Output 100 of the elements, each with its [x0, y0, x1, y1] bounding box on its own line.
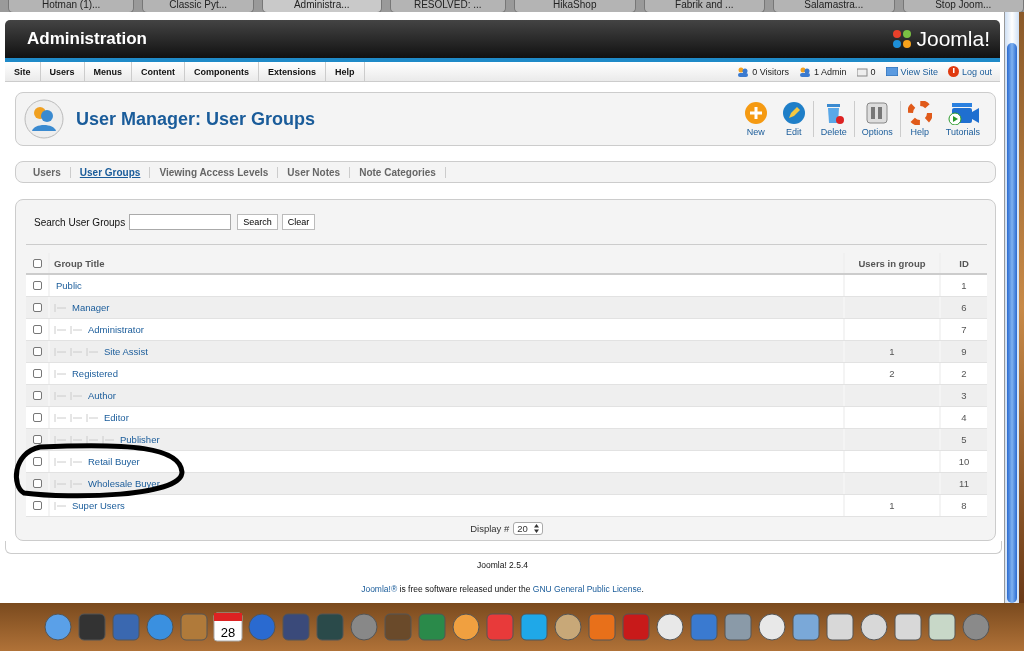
group-link[interactable]: Author [88, 390, 116, 401]
menu-item[interactable]: Extensions [259, 62, 327, 81]
checkbox[interactable] [32, 413, 42, 422]
updown-icon [533, 524, 539, 533]
browser-tab[interactable]: RESOLVED: ... [389, 0, 506, 12]
table-cell: 8 [941, 495, 987, 516]
clear-button[interactable]: Clear [281, 214, 316, 230]
page-title: User Manager: User Groups [76, 108, 316, 130]
calendar-icon[interactable]: 28 [212, 611, 244, 643]
checkbox[interactable] [32, 281, 42, 290]
users-icon [737, 66, 750, 77]
table-cell: 1 [845, 495, 939, 516]
status-link[interactable]: View Site [900, 66, 938, 77]
submenu-tab[interactable]: Users [24, 166, 71, 178]
browser-tab[interactable]: Classic Pyt... [142, 0, 254, 12]
submenu-tab[interactable]: User Notes [278, 166, 351, 178]
edit-button[interactable]: Edit [774, 101, 813, 137]
display-label: Display # [470, 523, 510, 534]
checkbox[interactable] [32, 457, 42, 466]
license-text: Joomla!® is free software released under the GNU General Public License. [360, 584, 645, 594]
submenu-tab[interactable]: User Groups [70, 166, 151, 178]
app-icon[interactable] [76, 611, 108, 643]
options-icon [865, 101, 890, 125]
table-cell: 10 [941, 451, 987, 472]
browser-tab[interactable]: Fabrik and ... [643, 0, 765, 12]
display-select[interactable]: 20 [513, 522, 543, 535]
group-link[interactable]: Editor [104, 412, 129, 423]
search-button[interactable]: Search [237, 214, 278, 230]
pencil-icon [781, 101, 806, 125]
app-icon[interactable] [314, 611, 346, 643]
status-text: 0 [870, 66, 876, 77]
menu-item[interactable]: Menus [84, 62, 133, 81]
app-icon[interactable] [790, 611, 822, 643]
submenu-tab[interactable]: Viewing Access Levels [150, 166, 279, 178]
browser-tab[interactable]: Salamastra... [773, 0, 895, 12]
menu-item[interactable]: Site [5, 62, 41, 81]
status-link[interactable]: Log out [961, 66, 992, 77]
delete-button[interactable]: Delete [812, 101, 854, 137]
users-icon [24, 99, 64, 139]
menu-item[interactable]: Content [132, 62, 186, 81]
checkbox[interactable] [32, 325, 42, 334]
header-title: Administration [27, 29, 147, 49]
app-icon[interactable] [824, 611, 856, 643]
search-field[interactable] [129, 214, 232, 230]
checkbox[interactable] [32, 479, 42, 488]
group-link[interactable]: Publisher [120, 434, 160, 445]
app-icon[interactable] [586, 611, 618, 643]
group-link[interactable]: Manager [72, 302, 110, 313]
help-button[interactable]: Help [899, 101, 939, 137]
checkbox[interactable] [32, 435, 42, 444]
app-icon[interactable] [926, 611, 958, 643]
checkbox[interactable] [32, 501, 42, 510]
message-icon [856, 66, 868, 77]
logout-icon [947, 66, 959, 77]
search-label: Search User Groups [34, 216, 126, 228]
browser-tab[interactable]: Hotman (1)... [8, 0, 135, 12]
footer-link[interactable]: Joomla!® [361, 584, 398, 594]
group-link[interactable]: Retail Buyer [88, 456, 140, 467]
checkbox[interactable] [32, 369, 42, 378]
table-cell: 6 [941, 297, 987, 318]
table-cell: 1 [941, 275, 987, 296]
checkbox[interactable] [32, 391, 42, 400]
status-text: 0 Visitors [752, 66, 790, 77]
table-cell: 11 [941, 473, 987, 494]
status-text: 1 Admin [814, 66, 847, 77]
group-link[interactable]: Site Assist [104, 346, 148, 357]
lifebuoy-icon [907, 101, 932, 125]
new-button[interactable]: New [736, 101, 775, 137]
table-cell: 9 [941, 341, 987, 362]
column-header: Users in group [845, 253, 939, 273]
group-link[interactable]: Public [56, 280, 82, 291]
menu-item[interactable]: Users [40, 62, 85, 81]
submenu-tab[interactable]: Note Categories [350, 166, 446, 178]
menu-item[interactable]: Components [185, 62, 260, 81]
column-header: ID [941, 253, 987, 273]
logo-icon [891, 28, 914, 50]
group-link[interactable]: Registered [72, 368, 118, 379]
group-link[interactable]: Super Users [72, 500, 125, 511]
checkbox[interactable] [32, 258, 42, 268]
options-button[interactable]: Options [853, 101, 900, 137]
tutorials-button[interactable]: Tutorials [938, 101, 987, 137]
logo-text: Joomla! [916, 27, 990, 51]
app-icon[interactable] [518, 611, 550, 643]
table-cell: 3 [941, 385, 987, 406]
browser-tab[interactable]: Administra... [262, 0, 382, 12]
table-cell: 2 [941, 363, 987, 384]
app-icon[interactable] [892, 611, 924, 643]
group-link[interactable]: Wholesale Buyer [88, 478, 160, 489]
users-icon [799, 66, 812, 77]
table-cell: 7 [941, 319, 987, 340]
checkbox[interactable] [32, 303, 42, 312]
table-cell: 2 [845, 363, 939, 384]
app-icon[interactable] [722, 611, 754, 643]
version-text: Joomla! 2.5.4 [476, 560, 529, 570]
checkbox[interactable] [32, 347, 42, 356]
scrollbar[interactable] [1004, 12, 1019, 603]
browser-tab[interactable]: Stop Joom... [902, 0, 1024, 12]
menu-item[interactable]: Help [326, 62, 365, 81]
browser-tab[interactable]: HikaShop [514, 0, 636, 12]
group-link[interactable]: Administrator [88, 324, 144, 335]
